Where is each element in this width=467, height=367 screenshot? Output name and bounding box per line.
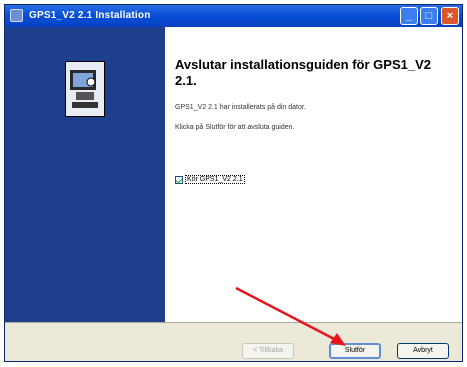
installed-message: GPS1_V2 2.1 har installerats på din dato…: [175, 104, 306, 111]
run-program-checkbox[interactable]: [175, 175, 183, 184]
installer-window: GPS1_V2 2.1 Installation _ □ × Avslutar …: [4, 4, 463, 362]
minimize-button[interactable]: _: [400, 7, 418, 25]
window-title: GPS1_V2 2.1 Installation: [29, 10, 151, 21]
back-button[interactable]: < Tillbaka: [242, 343, 294, 359]
wizard-heading: Avslutar installationsguiden för GPS1_V2…: [175, 57, 431, 88]
wizard-footer: < Tillbaka Slutför Avbryt: [5, 322, 462, 361]
wizard-content: Avslutar installationsguiden för GPS1_V2…: [165, 27, 462, 322]
run-program-option[interactable]: Kör GPS1_V2 2.1: [175, 175, 245, 184]
computer-install-icon: [65, 61, 105, 117]
wizard-side-panel: [5, 27, 165, 322]
maximize-button[interactable]: □: [420, 7, 438, 25]
installer-app-icon: [10, 9, 23, 22]
finish-instruction: Klicka på Slutför för att avsluta guiden…: [175, 124, 295, 131]
cancel-button[interactable]: Avbryt: [397, 343, 449, 359]
finish-button[interactable]: Slutför: [329, 343, 381, 359]
close-button[interactable]: ×: [441, 7, 459, 25]
title-bar[interactable]: GPS1_V2 2.1 Installation _ □ ×: [5, 5, 462, 27]
run-program-label: Kör GPS1_V2 2.1: [184, 175, 245, 184]
